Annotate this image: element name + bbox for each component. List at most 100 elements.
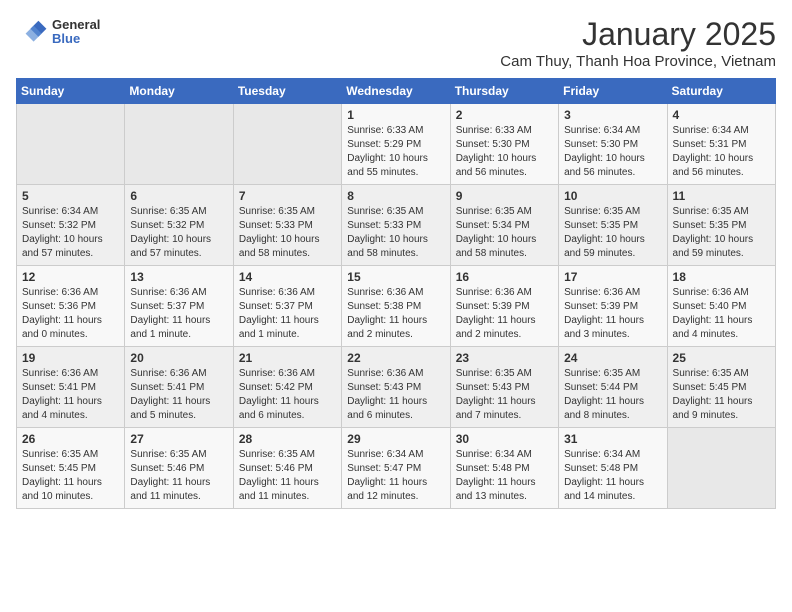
calendar-cell: 8 Sunrise: 6:35 AMSunset: 5:33 PMDaylight… — [342, 185, 450, 266]
day-number: 11 — [673, 189, 770, 203]
logo-blue: Blue — [52, 32, 100, 46]
calendar-week-row: 26 Sunrise: 6:35 AMSunset: 5:45 PMDayligh… — [17, 428, 776, 509]
calendar-cell: 27 Sunrise: 6:35 AMSunset: 5:46 PMDayligh… — [125, 428, 233, 509]
calendar-cell: 28 Sunrise: 6:35 AMSunset: 5:46 PMDayligh… — [233, 428, 341, 509]
calendar-subtitle: Cam Thuy, Thanh Hoa Province, Vietnam — [500, 53, 776, 70]
day-detail: Sunrise: 6:36 AMSunset: 5:39 PMDaylight:… — [564, 286, 661, 342]
weekday-header: Tuesday — [233, 79, 341, 104]
day-number: 23 — [456, 351, 553, 365]
day-detail: Sunrise: 6:36 AMSunset: 5:39 PMDaylight:… — [456, 286, 553, 342]
day-number: 19 — [22, 351, 119, 365]
calendar-cell: 7 Sunrise: 6:35 AMSunset: 5:33 PMDaylight… — [233, 185, 341, 266]
day-number: 8 — [347, 189, 444, 203]
calendar-cell: 6Sunrise: 6:35 AMSunset: 5:32 PMDaylight… — [125, 185, 233, 266]
day-detail: Sunrise: 6:35 AMSunset: 5:34 PMDaylight:… — [456, 205, 553, 261]
day-detail: Sunrise: 6:36 AMSunset: 5:41 PMDaylight:… — [130, 367, 227, 423]
day-number: 30 — [456, 432, 553, 446]
day-number: 31 — [564, 432, 661, 446]
day-detail: Sunrise: 6:35 AMSunset: 5:32 PMDaylight:… — [130, 205, 227, 261]
calendar-cell: 9 Sunrise: 6:35 AMSunset: 5:34 PMDaylight… — [450, 185, 558, 266]
calendar-cell: 24Sunrise: 6:35 AMSunset: 5:44 PMDayligh… — [559, 347, 667, 428]
day-number: 7 — [239, 189, 336, 203]
day-detail: Sunrise: 6:35 AMSunset: 5:46 PMDaylight:… — [130, 448, 227, 504]
calendar-cell — [667, 428, 775, 509]
calendar-week-row: 1 Sunrise: 6:33 AMSunset: 5:29 PMDaylight… — [17, 104, 776, 185]
logo-general: General — [52, 18, 100, 32]
day-number: 21 — [239, 351, 336, 365]
day-detail: Sunrise: 6:36 AMSunset: 5:41 PMDaylight:… — [22, 367, 119, 423]
day-number: 27 — [130, 432, 227, 446]
day-detail: Sunrise: 6:35 AMSunset: 5:33 PMDaylight:… — [347, 205, 444, 261]
day-number: 20 — [130, 351, 227, 365]
day-number: 3 — [564, 108, 661, 122]
day-number: 16 — [456, 270, 553, 284]
day-detail: Sunrise: 6:35 AMSunset: 5:45 PMDaylight:… — [673, 367, 770, 423]
weekday-header: Sunday — [17, 79, 125, 104]
calendar-cell: 31 Sunrise: 6:34 AMSunset: 5:48 PMDayligh… — [559, 428, 667, 509]
day-detail: Sunrise: 6:36 AMSunset: 5:37 PMDaylight:… — [130, 286, 227, 342]
day-detail: Sunrise: 6:36 AMSunset: 5:37 PMDaylight:… — [239, 286, 336, 342]
weekday-header: Wednesday — [342, 79, 450, 104]
day-detail: Sunrise: 6:35 AMSunset: 5:45 PMDaylight:… — [22, 448, 119, 504]
day-detail: Sunrise: 6:34 AMSunset: 5:48 PMDaylight:… — [456, 448, 553, 504]
day-detail: Sunrise: 6:36 AMSunset: 5:38 PMDaylight:… — [347, 286, 444, 342]
calendar-cell: 29 Sunrise: 6:34 AMSunset: 5:47 PMDayligh… — [342, 428, 450, 509]
day-detail: Sunrise: 6:34 AMSunset: 5:32 PMDaylight:… — [22, 205, 119, 261]
calendar-cell: 10Sunrise: 6:35 AMSunset: 5:35 PMDayligh… — [559, 185, 667, 266]
calendar-cell: 15Sunrise: 6:36 AMSunset: 5:38 PMDayligh… — [342, 266, 450, 347]
logo-icon — [16, 16, 48, 48]
day-number: 9 — [456, 189, 553, 203]
title-block: January 2025 Cam Thuy, Thanh Hoa Provinc… — [500, 16, 776, 70]
day-detail: Sunrise: 6:34 AMSunset: 5:47 PMDaylight:… — [347, 448, 444, 504]
calendar-week-row: 12Sunrise: 6:36 AMSunset: 5:36 PMDayligh… — [17, 266, 776, 347]
calendar-cell: 13 Sunrise: 6:36 AMSunset: 5:37 PMDayligh… — [125, 266, 233, 347]
calendar-cell: 22 Sunrise: 6:36 AMSunset: 5:43 PMDayligh… — [342, 347, 450, 428]
day-detail: Sunrise: 6:34 AMSunset: 5:48 PMDaylight:… — [564, 448, 661, 504]
calendar-table: SundayMondayTuesdayWednesdayThursdayFrid… — [16, 78, 776, 509]
calendar-cell: 14Sunrise: 6:36 AMSunset: 5:37 PMDayligh… — [233, 266, 341, 347]
calendar-week-row: 19 Sunrise: 6:36 AMSunset: 5:41 PMDayligh… — [17, 347, 776, 428]
day-number: 28 — [239, 432, 336, 446]
day-detail: Sunrise: 6:35 AMSunset: 5:43 PMDaylight:… — [456, 367, 553, 423]
day-number: 13 — [130, 270, 227, 284]
day-number: 22 — [347, 351, 444, 365]
calendar-cell: 2 Sunrise: 6:33 AMSunset: 5:30 PMDaylight… — [450, 104, 558, 185]
calendar-title: January 2025 — [500, 16, 776, 53]
calendar-cell: 12Sunrise: 6:36 AMSunset: 5:36 PMDayligh… — [17, 266, 125, 347]
calendar-cell: 3 Sunrise: 6:34 AMSunset: 5:30 PMDaylight… — [559, 104, 667, 185]
weekday-header: Monday — [125, 79, 233, 104]
day-detail: Sunrise: 6:36 AMSunset: 5:43 PMDaylight:… — [347, 367, 444, 423]
day-number: 26 — [22, 432, 119, 446]
calendar-cell: 17 Sunrise: 6:36 AMSunset: 5:39 PMDayligh… — [559, 266, 667, 347]
calendar-cell: 25 Sunrise: 6:35 AMSunset: 5:45 PMDayligh… — [667, 347, 775, 428]
day-detail: Sunrise: 6:34 AMSunset: 5:30 PMDaylight:… — [564, 124, 661, 180]
day-number: 17 — [564, 270, 661, 284]
day-number: 29 — [347, 432, 444, 446]
page-header: General Blue January 2025 Cam Thuy, Than… — [16, 16, 776, 70]
calendar-cell — [233, 104, 341, 185]
weekday-header-row: SundayMondayTuesdayWednesdayThursdayFrid… — [17, 79, 776, 104]
calendar-cell: 19 Sunrise: 6:36 AMSunset: 5:41 PMDayligh… — [17, 347, 125, 428]
weekday-header: Friday — [559, 79, 667, 104]
day-detail: Sunrise: 6:35 AMSunset: 5:33 PMDaylight:… — [239, 205, 336, 261]
weekday-header: Saturday — [667, 79, 775, 104]
day-number: 25 — [673, 351, 770, 365]
calendar-cell: 30 Sunrise: 6:34 AMSunset: 5:48 PMDayligh… — [450, 428, 558, 509]
day-number: 10 — [564, 189, 661, 203]
calendar-cell: 1 Sunrise: 6:33 AMSunset: 5:29 PMDaylight… — [342, 104, 450, 185]
day-detail: Sunrise: 6:33 AMSunset: 5:29 PMDaylight:… — [347, 124, 444, 180]
calendar-cell: 16 Sunrise: 6:36 AMSunset: 5:39 PMDayligh… — [450, 266, 558, 347]
calendar-cell — [17, 104, 125, 185]
day-number: 2 — [456, 108, 553, 122]
calendar-cell: 23 Sunrise: 6:35 AMSunset: 5:43 PMDayligh… — [450, 347, 558, 428]
day-detail: Sunrise: 6:34 AMSunset: 5:31 PMDaylight:… — [673, 124, 770, 180]
day-number: 1 — [347, 108, 444, 122]
day-detail: Sunrise: 6:35 AMSunset: 5:35 PMDaylight:… — [673, 205, 770, 261]
calendar-cell — [125, 104, 233, 185]
day-detail: Sunrise: 6:33 AMSunset: 5:30 PMDaylight:… — [456, 124, 553, 180]
logo-text: General Blue — [52, 18, 100, 47]
day-detail: Sunrise: 6:36 AMSunset: 5:40 PMDaylight:… — [673, 286, 770, 342]
calendar-cell: 18Sunrise: 6:36 AMSunset: 5:40 PMDayligh… — [667, 266, 775, 347]
day-detail: Sunrise: 6:36 AMSunset: 5:42 PMDaylight:… — [239, 367, 336, 423]
day-detail: Sunrise: 6:35 AMSunset: 5:46 PMDaylight:… — [239, 448, 336, 504]
